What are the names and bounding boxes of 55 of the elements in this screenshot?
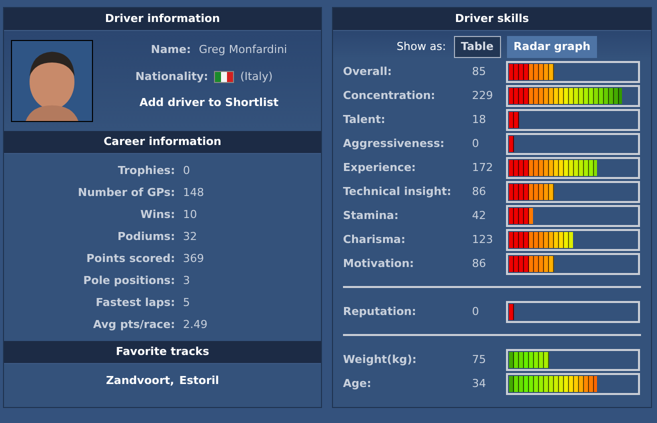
stat-label: Pole positions: <box>82 273 175 288</box>
view-tab[interactable]: Table <box>454 36 501 58</box>
skill-value: 86 <box>472 256 487 272</box>
driver-name: Greg Monfardini <box>198 42 288 58</box>
skill-value: 229 <box>472 88 494 104</box>
name-label: Name: <box>150 42 191 58</box>
skill-label: Experience: <box>343 160 417 176</box>
track-name: Estoril <box>179 373 220 389</box>
skill-value: 85 <box>472 64 487 80</box>
skill-label: Talent: <box>343 112 386 128</box>
stat-label: Fastest laps: <box>94 295 175 310</box>
track-name: Zandvoort, <box>106 373 174 389</box>
stat-value: 148 <box>183 185 205 200</box>
skill-label: Motivation: <box>343 256 415 272</box>
skill-label: Concentration: <box>343 88 436 104</box>
stat-label: Podiums: <box>116 229 175 244</box>
skill-label: Age: <box>343 376 372 392</box>
skill-value: 42 <box>472 208 487 224</box>
nationality-label: Nationality: <box>135 68 208 84</box>
section-header: Driver information <box>4 8 321 31</box>
skill-value: 75 <box>472 352 487 368</box>
stat-value: 3 <box>183 273 191 288</box>
skill-label: Aggressiveness: <box>343 136 446 152</box>
flag-icon <box>214 70 234 83</box>
skill-value: 0 <box>472 136 480 152</box>
section-header: Favorite tracks <box>4 341 321 364</box>
skill-label: Overall: <box>343 64 393 80</box>
skill-value: 123 <box>472 232 494 248</box>
skill-label: Technical insight: <box>343 184 452 200</box>
stat-value: 2.49 <box>183 317 208 332</box>
skill-value: 172 <box>472 160 494 176</box>
section-header: Career information <box>4 131 321 154</box>
view-tab[interactable]: Radar graph <box>506 36 598 58</box>
stat-label: Wins: <box>139 207 175 222</box>
show-as-label: Show as: <box>396 38 446 55</box>
stat-label: Trophies: <box>116 163 175 178</box>
skill-label: Weight(kg): <box>343 352 418 368</box>
skill-value: 86 <box>472 184 487 200</box>
skill-label: Charisma: <box>343 232 406 248</box>
skill-label: Stamina: <box>343 208 400 224</box>
skill-value: 34 <box>472 376 487 392</box>
nationality: (Italy) <box>240 68 273 84</box>
skill-value: 18 <box>472 112 487 128</box>
skill-label: Reputation: <box>343 304 418 320</box>
stat-label: Avg pts/race: <box>92 317 175 332</box>
section-header: Driver skills <box>333 8 651 31</box>
stat-value: 10 <box>183 207 198 222</box>
stat-value: 0 <box>183 163 191 178</box>
stat-value: 32 <box>183 229 198 244</box>
shortlist-link[interactable]: Add driver to Shortlist <box>135 95 279 112</box>
stat-label: Number of GPs: <box>76 185 175 200</box>
stat-value: 369 <box>183 251 205 266</box>
stat-label: Points scored: <box>85 251 175 266</box>
skill-value: 0 <box>472 304 480 320</box>
stat-value: 5 <box>183 295 191 310</box>
